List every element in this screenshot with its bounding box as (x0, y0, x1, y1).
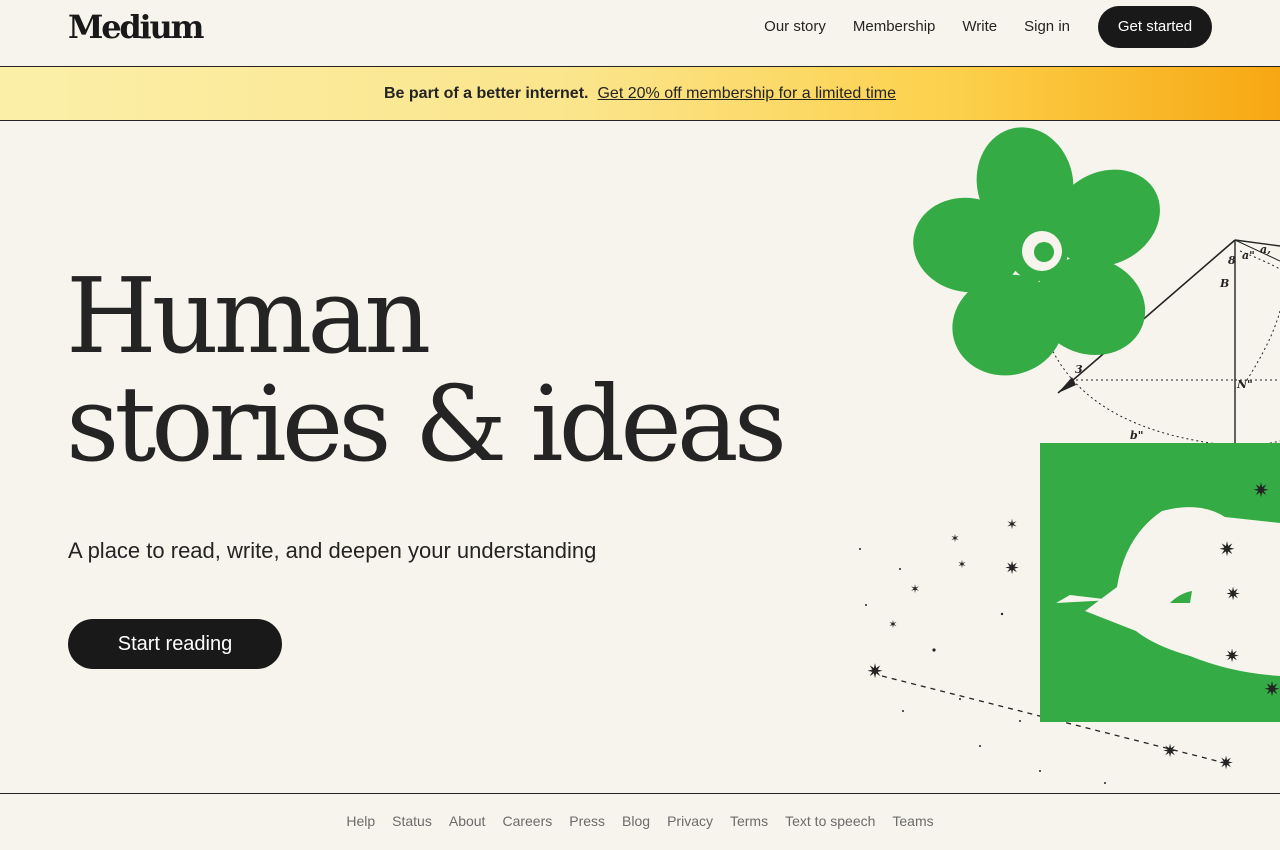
svg-text:✷: ✷ (1219, 539, 1236, 561)
footer-link-help[interactable]: Help (346, 813, 375, 829)
footer-link-privacy[interactable]: Privacy (667, 813, 713, 829)
medium-logo[interactable]: Medium (68, 5, 204, 49)
svg-text:✷: ✷ (1218, 753, 1233, 773)
diagram-label-3: 3 (1075, 363, 1083, 376)
hero-title-line-2: stories & ideas (66, 363, 787, 485)
nav-membership[interactable]: Membership (853, 18, 936, 35)
flower-illustration (913, 127, 1160, 376)
footer-link-status[interactable]: Status (392, 813, 432, 829)
footer-link-careers[interactable]: Careers (502, 813, 552, 829)
hero-subtitle: A place to read, write, and deepen your … (68, 538, 597, 563)
diagram-label-b2: b" (1130, 429, 1143, 442)
diagram-label-8: 8 (1228, 254, 1236, 267)
svg-text:✷: ✷ (1224, 646, 1239, 666)
writing-hand-illustration (1040, 443, 1280, 722)
banner-text: Be part of a better internet. (384, 84, 589, 102)
hero-illustration: B N" E 3 b" a" a, 8 (840, 121, 1280, 793)
illustration-svg: B N" E 3 b" a" a, 8 (859, 127, 1280, 784)
footer-link-press[interactable]: Press (569, 813, 605, 829)
promo-banner: Be part of a better internet. Get 20% of… (0, 67, 1280, 121)
svg-text:✶: ✶ (1006, 516, 1018, 532)
start-reading-button[interactable]: Start reading (68, 619, 282, 669)
svg-text:✷: ✷ (867, 661, 884, 683)
diagram-label-b: B (1219, 277, 1229, 290)
top-nav: Our story Membership Write Sign in Get s… (764, 0, 1212, 53)
footer-link-terms[interactable]: Terms (730, 813, 768, 829)
hero-title: Human stories & ideas (66, 255, 787, 485)
svg-text:✷: ✷ (1162, 741, 1177, 761)
svg-text:✶: ✶ (957, 559, 966, 571)
svg-text:✷: ✷ (1253, 480, 1270, 502)
svg-text:✶: ✶ (910, 582, 920, 596)
svg-text:✶: ✶ (950, 533, 959, 545)
nav-sign-in[interactable]: Sign in (1024, 18, 1070, 35)
diagram-label-a1: a, (1260, 243, 1271, 256)
svg-text:✶: ✶ (888, 619, 897, 631)
diagram-label-a2: a" (1242, 249, 1255, 262)
svg-text:✷: ✷ (1004, 558, 1019, 578)
footer-link-teams[interactable]: Teams (892, 813, 933, 829)
top-header: Medium Our story Membership Write Sign i… (0, 0, 1280, 67)
svg-text:✷: ✷ (1225, 584, 1240, 604)
footer-link-text-to-speech[interactable]: Text to speech (785, 813, 875, 829)
nav-write[interactable]: Write (962, 18, 997, 35)
get-started-button[interactable]: Get started (1098, 5, 1212, 48)
footer-link-about[interactable]: About (449, 813, 486, 829)
nav-our-story[interactable]: Our story (764, 18, 826, 35)
membership-offer-link[interactable]: Get 20% off membership for a limited tim… (597, 85, 896, 103)
diagram-label-n: N" (1236, 378, 1253, 391)
hero-title-line-1: Human (66, 255, 431, 377)
footer-link-blog[interactable]: Blog (622, 813, 650, 829)
svg-text:✷: ✷ (1264, 679, 1280, 701)
footer: Help Status About Careers Press Blog Pri… (0, 793, 1280, 850)
